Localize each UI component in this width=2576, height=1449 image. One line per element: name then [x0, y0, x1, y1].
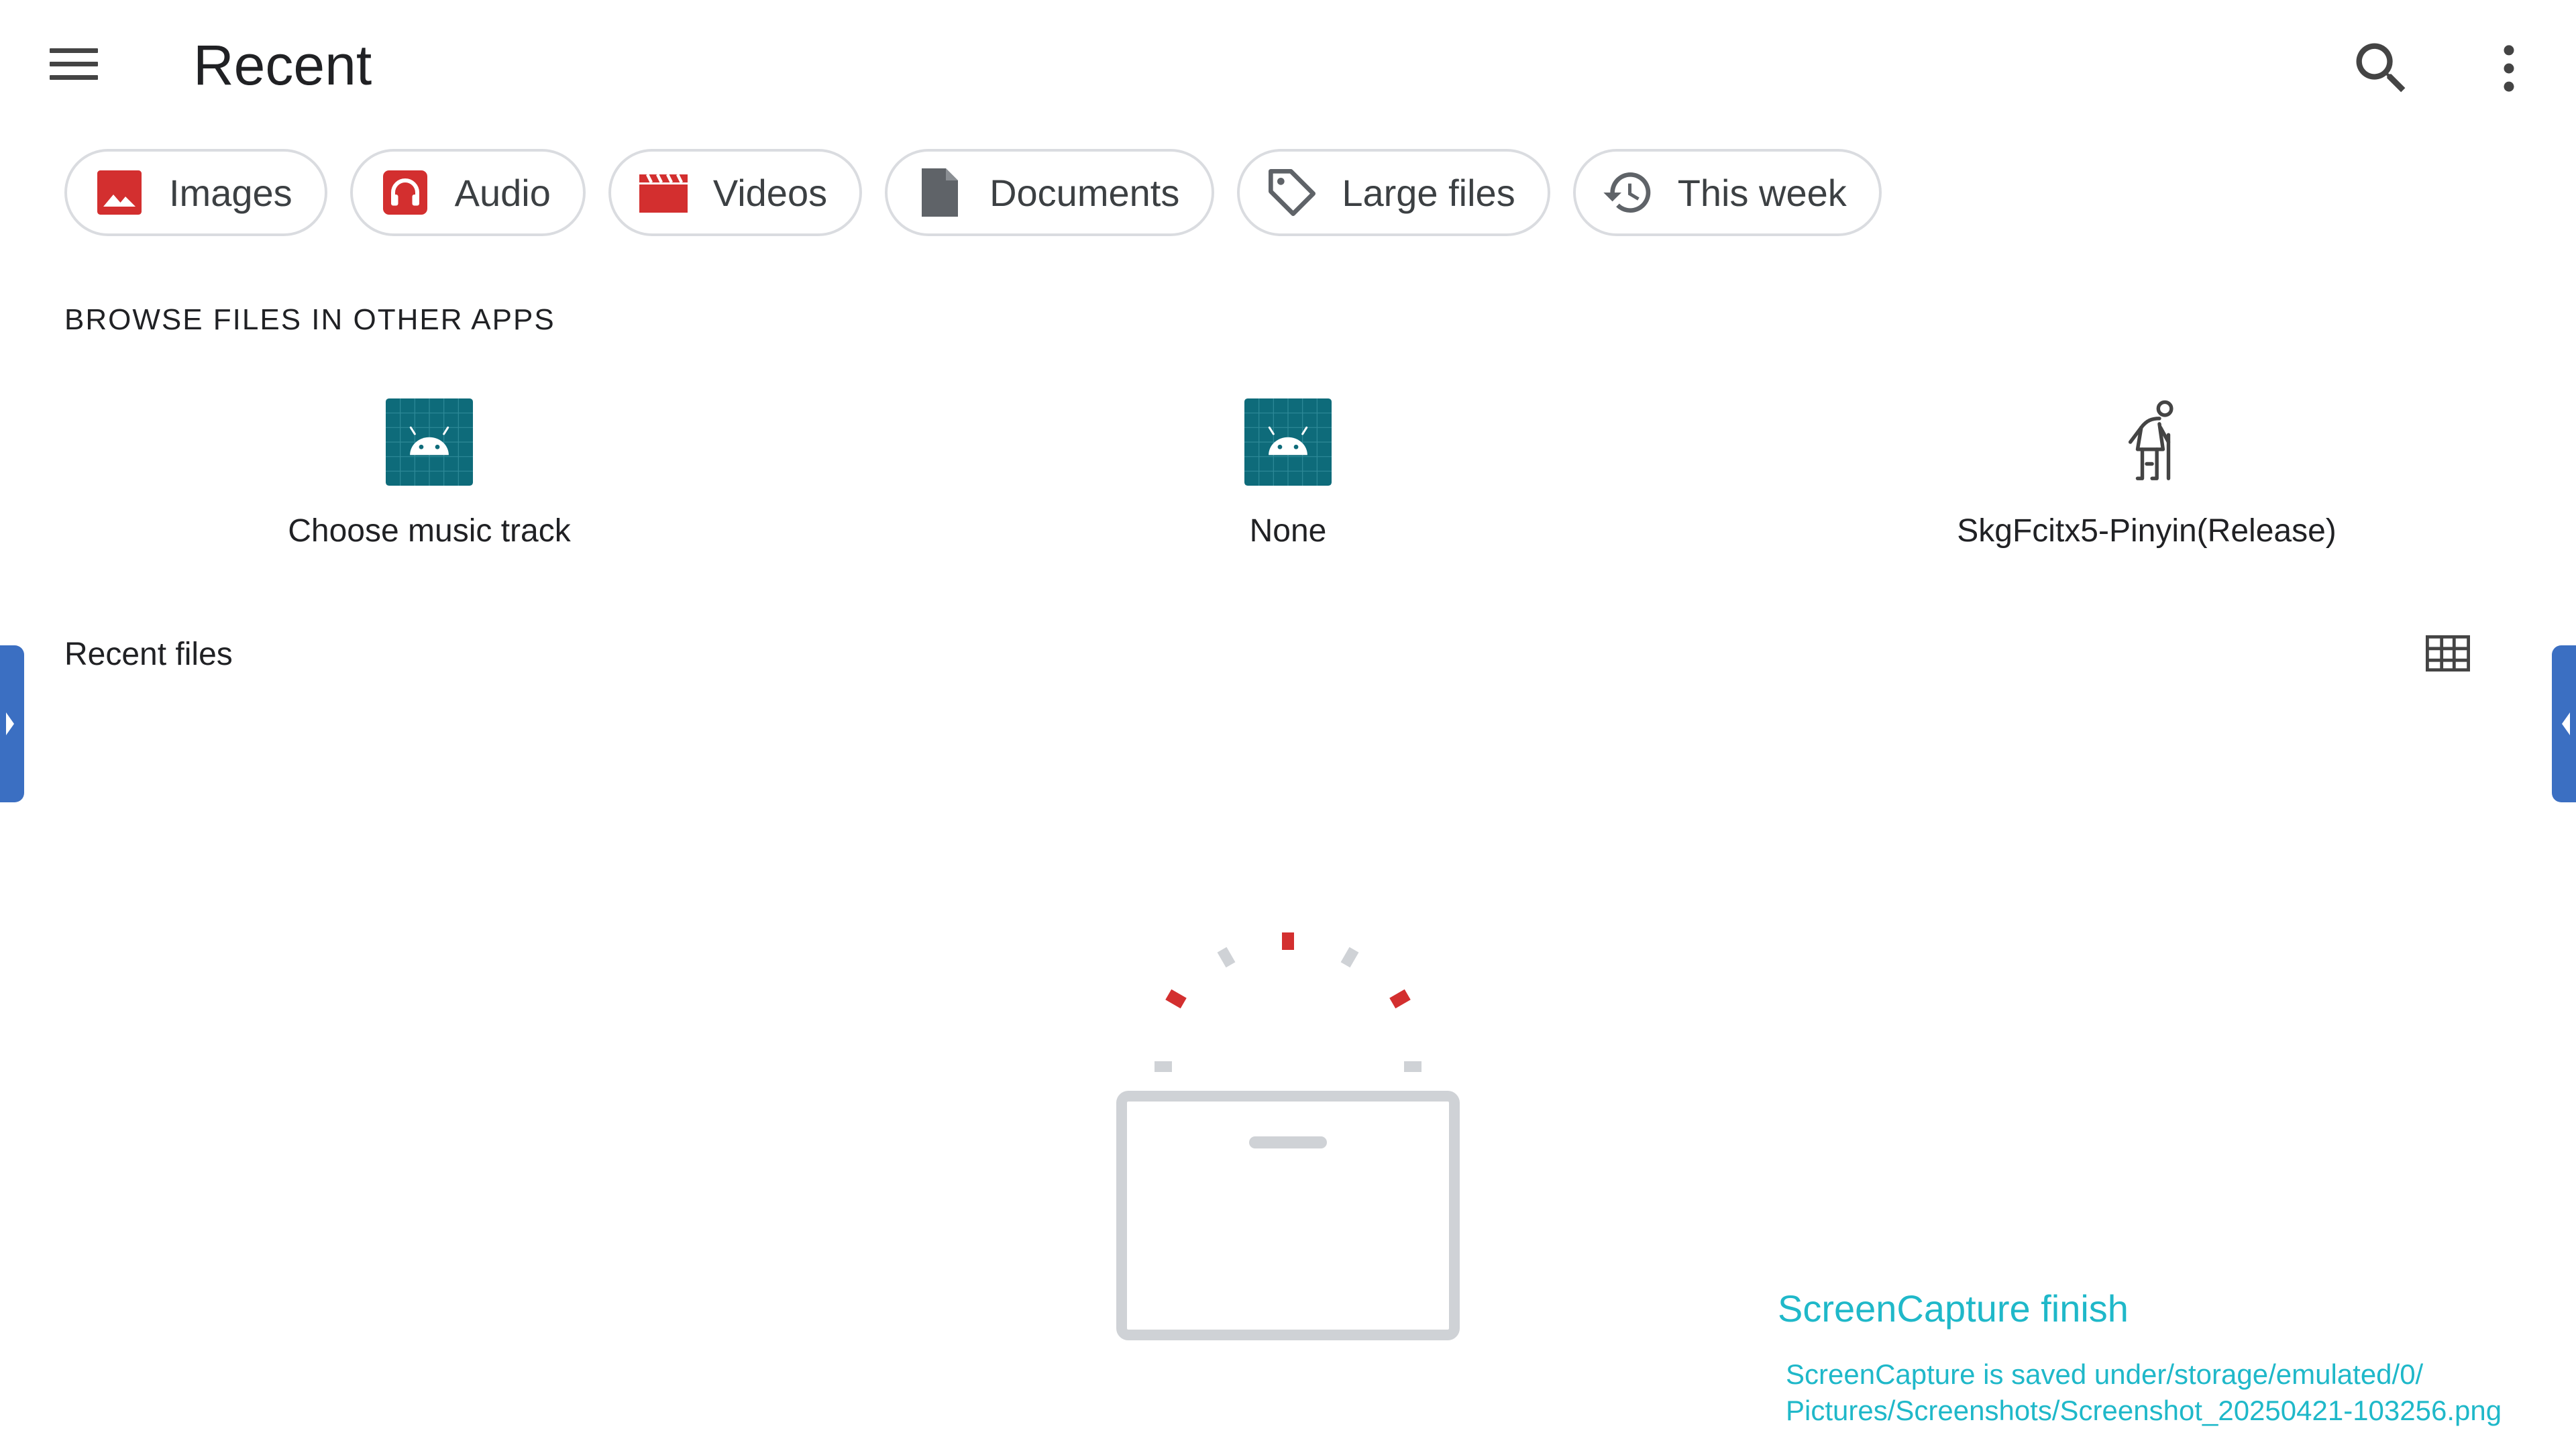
search-icon[interactable] [2348, 35, 2415, 102]
history-icon [1601, 166, 1655, 219]
hamburger-menu-icon[interactable] [40, 40, 107, 87]
app-none[interactable]: None [939, 398, 1637, 549]
right-side-panel-handle[interactable] [2552, 645, 2576, 802]
chip-documents[interactable]: Documents [885, 149, 1215, 236]
chip-this-week[interactable]: This week [1572, 149, 1882, 236]
browse-apps-heading: BROWSE FILES IN OTHER APPS [64, 303, 555, 336]
toast-title: ScreenCapture finish [1778, 1287, 2129, 1330]
chip-label: Large files [1342, 171, 1515, 214]
toast-message-line: ScreenCapture is saved under/storage/emu… [1786, 1358, 2424, 1390]
chip-label: Documents [989, 171, 1180, 214]
toast-message-line: Pictures/Screenshots/Screenshot_20250421… [1786, 1395, 2502, 1426]
more-vert-icon[interactable] [2475, 35, 2542, 102]
elderly-person-icon [2103, 398, 2190, 486]
chip-large-files[interactable]: Large files [1237, 149, 1550, 236]
tag-icon [1265, 166, 1319, 219]
chip-label: This week [1677, 171, 1847, 214]
headphones-icon [378, 166, 432, 219]
image-icon [93, 166, 146, 219]
chip-images[interactable]: Images [64, 149, 327, 236]
left-side-panel-handle[interactable] [0, 645, 24, 802]
grid-view-icon[interactable] [2415, 627, 2482, 682]
document-icon [913, 166, 967, 219]
clapperboard-icon [637, 166, 690, 219]
android-app-icon [386, 398, 473, 486]
toast-message: ScreenCapture is saved under/storage/emu… [1786, 1356, 2502, 1429]
recent-files-heading: Recent files [64, 637, 233, 672]
chip-label: Audio [454, 171, 551, 214]
chip-videos[interactable]: Videos [608, 149, 863, 236]
chip-label: Images [169, 171, 292, 214]
files-app-screen: Recent Images Audio Videos Documents Lar… [0, 0, 2576, 1449]
android-app-icon [1244, 398, 1332, 486]
app-label: None [1249, 513, 1327, 549]
app-skgfcitx5-pinyin[interactable]: SkgFcitx5-Pinyin(Release) [1798, 398, 2496, 549]
app-choose-music-track[interactable]: Choose music track [80, 398, 778, 549]
chip-audio[interactable]: Audio [350, 149, 586, 236]
page-title: Recent [193, 34, 372, 97]
chip-label: Videos [712, 171, 828, 214]
category-chips: Images Audio Videos Documents Large file… [64, 149, 1882, 236]
app-label: Choose music track [288, 513, 571, 549]
empty-tray-icon [1100, 919, 1476, 1348]
app-label: SkgFcitx5-Pinyin(Release) [1957, 513, 2337, 549]
